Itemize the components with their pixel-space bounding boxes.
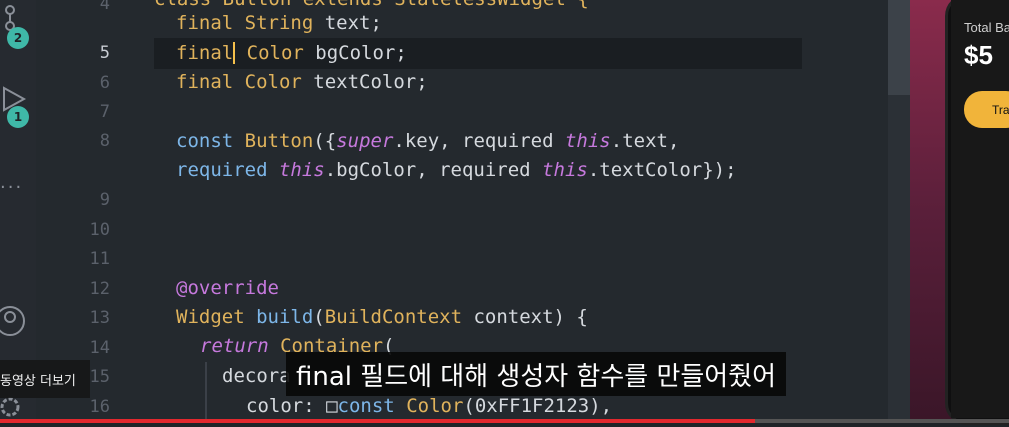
code-line-8: const Button({super.key, required this.t… [176, 130, 679, 152]
line-number: 13 [89, 308, 110, 328]
more-videos-button[interactable]: 동영상 더보기 [0, 360, 90, 398]
source-control-badge: 2 [7, 27, 29, 49]
code-token: Color [244, 71, 302, 93]
code-token: bgColor; [303, 42, 407, 64]
code-token: super [336, 130, 394, 152]
code-token: build [256, 306, 314, 328]
line-number: 11 [89, 249, 110, 269]
video-progress-fill [0, 419, 755, 423]
code-token: Color [406, 395, 464, 417]
more-icon[interactable]: ... [0, 172, 23, 193]
code-token: const [176, 130, 234, 152]
code-token: return [200, 335, 269, 357]
line-number: 16 [89, 397, 110, 417]
code-token: this [564, 130, 611, 152]
total-balance-label: Total Ba [964, 20, 1009, 35]
code-line-3: class Button extends StatelessWidget { [154, 0, 589, 10]
balance-amount: $5 [964, 40, 993, 70]
code-token: }); [702, 159, 737, 181]
code-token: final [176, 42, 234, 64]
code-token: .key, required [393, 130, 565, 152]
video-subtitle: final 필드에 대해 생성자 함수를 만들어줬어 [286, 352, 787, 396]
line-number: 4 [99, 0, 110, 14]
line-number: 9 [99, 190, 110, 210]
code-token: String [244, 12, 314, 34]
code-token: required [176, 159, 279, 181]
code-token: ( [313, 306, 325, 328]
code-token: decora [222, 365, 291, 387]
line-number: 6 [99, 73, 110, 93]
code-line-12: @override [176, 277, 279, 299]
code-token: .bgColor, required [324, 159, 543, 181]
code-line-8-wrap: required this.bgColor, required this.tex… [176, 159, 737, 181]
line-number: 14 [89, 338, 110, 358]
code-token: Widget [176, 306, 245, 328]
code-line-13: Widget build(BuildContext context) { [176, 306, 588, 328]
code-token: Button [244, 130, 314, 152]
code-token: this [542, 159, 588, 181]
code-line-15: decora [222, 365, 291, 387]
code-line-16: color: □const Color(0xFF1F2123), [246, 395, 612, 417]
code-line-5: final Color bgColor; [176, 42, 407, 64]
line-number: 7 [99, 102, 110, 122]
code-token: text; [313, 12, 382, 34]
code-token: (0xFF1F2123), [463, 395, 613, 417]
account-icon[interactable] [0, 305, 30, 336]
scrollbar-thumb[interactable] [888, 0, 910, 95]
transfer-button[interactable]: Tra [964, 91, 1009, 128]
line-number: 8 [99, 131, 110, 151]
code-token: final [176, 12, 234, 34]
code-token: .text, [610, 130, 680, 152]
code-token: @override [176, 277, 279, 299]
code-line-6: final Color textColor; [176, 71, 428, 93]
code-token: ({ [313, 130, 337, 152]
code-line-4: final String text; [176, 12, 382, 34]
code-token: .textColor [587, 159, 703, 181]
code-token: this [278, 159, 325, 181]
code-token: context) { [462, 306, 588, 328]
code-token: color: [246, 395, 327, 417]
indent-guide [205, 362, 207, 423]
line-number: 12 [89, 279, 110, 299]
line-number: 5 [99, 43, 110, 63]
code-token: BuildContext [324, 306, 463, 328]
run-badge: 1 [7, 106, 29, 128]
code-token: const [337, 395, 395, 417]
code-partial: class Button extends StatelessWidget { [154, 0, 589, 10]
code-token: Color [246, 42, 304, 64]
line-number: 10 [89, 220, 110, 240]
code-token: textColor; [301, 71, 428, 93]
code-token: final [176, 71, 234, 93]
color-swatch-icon[interactable]: □ [326, 395, 337, 417]
